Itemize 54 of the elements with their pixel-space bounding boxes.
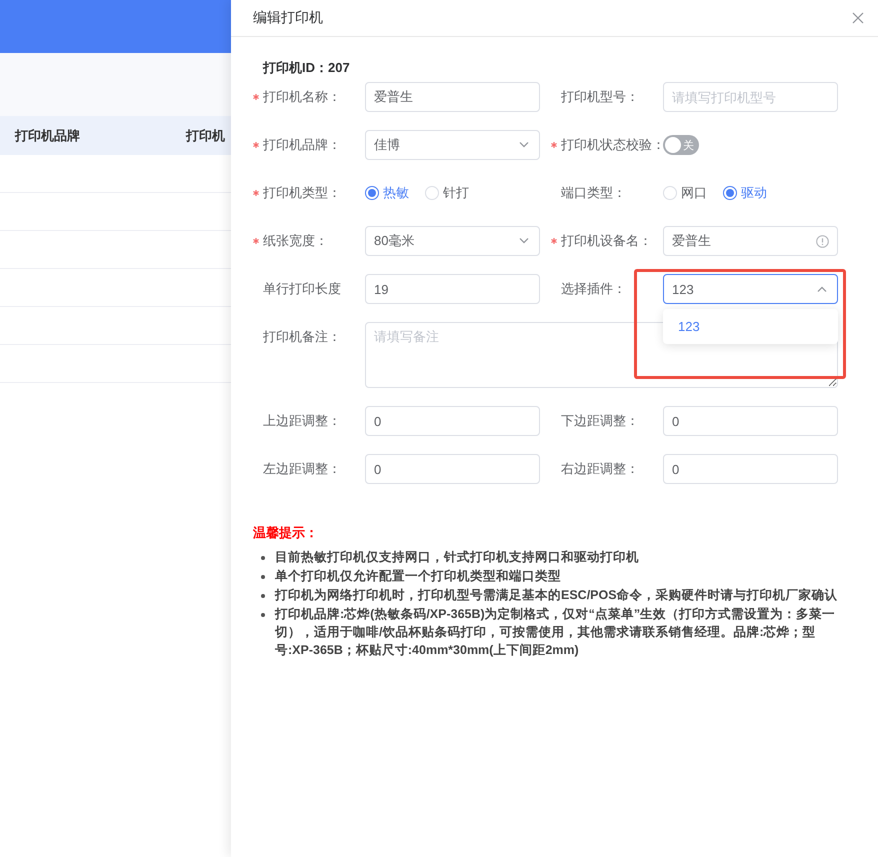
required-icon [253,94,259,100]
info-icon [816,235,829,248]
field-label: 打印机名称： [263,88,341,106]
select-field[interactable]: 佳博 [365,130,540,160]
chevron-icon [519,142,529,148]
note-text: 单个打印机仅允许配置一个打印机类型和端口类型 [275,568,562,585]
chevron-icon [519,238,529,244]
radio-option[interactable]: 网口 [663,184,707,202]
note-text: 打印机品牌:芯烨(热敏条码/XP-365B)为定制格式，仅对“点菜单”生效（打印方式需设置为：多菜一切），适用于咖啡/饮品杯贴条码打印，可按需使用，其他需求请联系销售经理。品牌:芯烨；型号:XP-365B；杯贴尺寸:40mm*30mm(上下间距2mm) [275,606,836,659]
text-field[interactable]: 爱普生 [365,82,540,112]
close-icon[interactable] [852,12,864,24]
field-label: 右边距调整： [561,460,639,478]
text-field[interactable]: 0 [365,454,540,484]
required-icon [253,190,259,196]
drawer-title: 编辑打印机 [253,9,323,27]
field-label: 打印机设备名： [561,232,652,250]
radio-option[interactable]: 针打 [425,184,469,202]
notes-title: 温馨提示： [253,524,319,542]
field-label: 左边距调整： [263,460,341,478]
note-text: 目前热敏打印机仅支持网口，针式打印机支持网口和驱动打印机 [275,549,640,566]
text-field[interactable]: 0 [663,454,838,484]
field-label: 纸张宽度： [263,232,328,250]
field-label: 打印机状态校验： [561,136,665,154]
bullet-icon [261,613,265,617]
required-icon [551,142,557,148]
field-label: 打印机型号： [561,88,639,106]
select-field[interactable]: 80毫米 [365,226,540,256]
column-header: 打印机品牌 [15,126,81,144]
bullet-icon [261,594,265,598]
text-field[interactable]: 0 [663,406,838,436]
radio-option[interactable]: 驱动 [723,184,767,202]
required-icon [253,142,259,148]
required-icon [551,238,557,244]
field-label: 打印机类型： [263,184,341,202]
text-field[interactable]: 0 [365,406,540,436]
radio-option[interactable]: 热敏 [365,184,409,202]
field-label: 上边距调整： [263,412,341,430]
field-label: 选择插件： [561,280,626,298]
required-icon [253,238,259,244]
printer-id: 打印机ID：207 [263,59,351,75]
bullet-icon [261,556,265,560]
chevron-icon [817,286,827,292]
text-field[interactable]: 请填写打印机型号 [663,82,838,112]
text-field[interactable]: 爱普生 [663,226,838,256]
select-field[interactable]: 123 [663,274,838,304]
field-label: 单行打印长度 [263,280,341,298]
column-header: 打印机 [186,126,225,144]
field-label: 打印机品牌： [263,136,341,154]
field-label: 打印机备注： [263,328,341,346]
bullet-icon [261,575,265,579]
text-field[interactable]: 19 [365,274,540,304]
field-label: 端口类型： [561,184,626,202]
field-label: 下边距调整： [561,412,639,430]
note-text: 打印机为网络打印机时，打印机型号需满足基本的ESC/POS命令，采购硬件时请与打印机厂家确认 [275,587,839,604]
